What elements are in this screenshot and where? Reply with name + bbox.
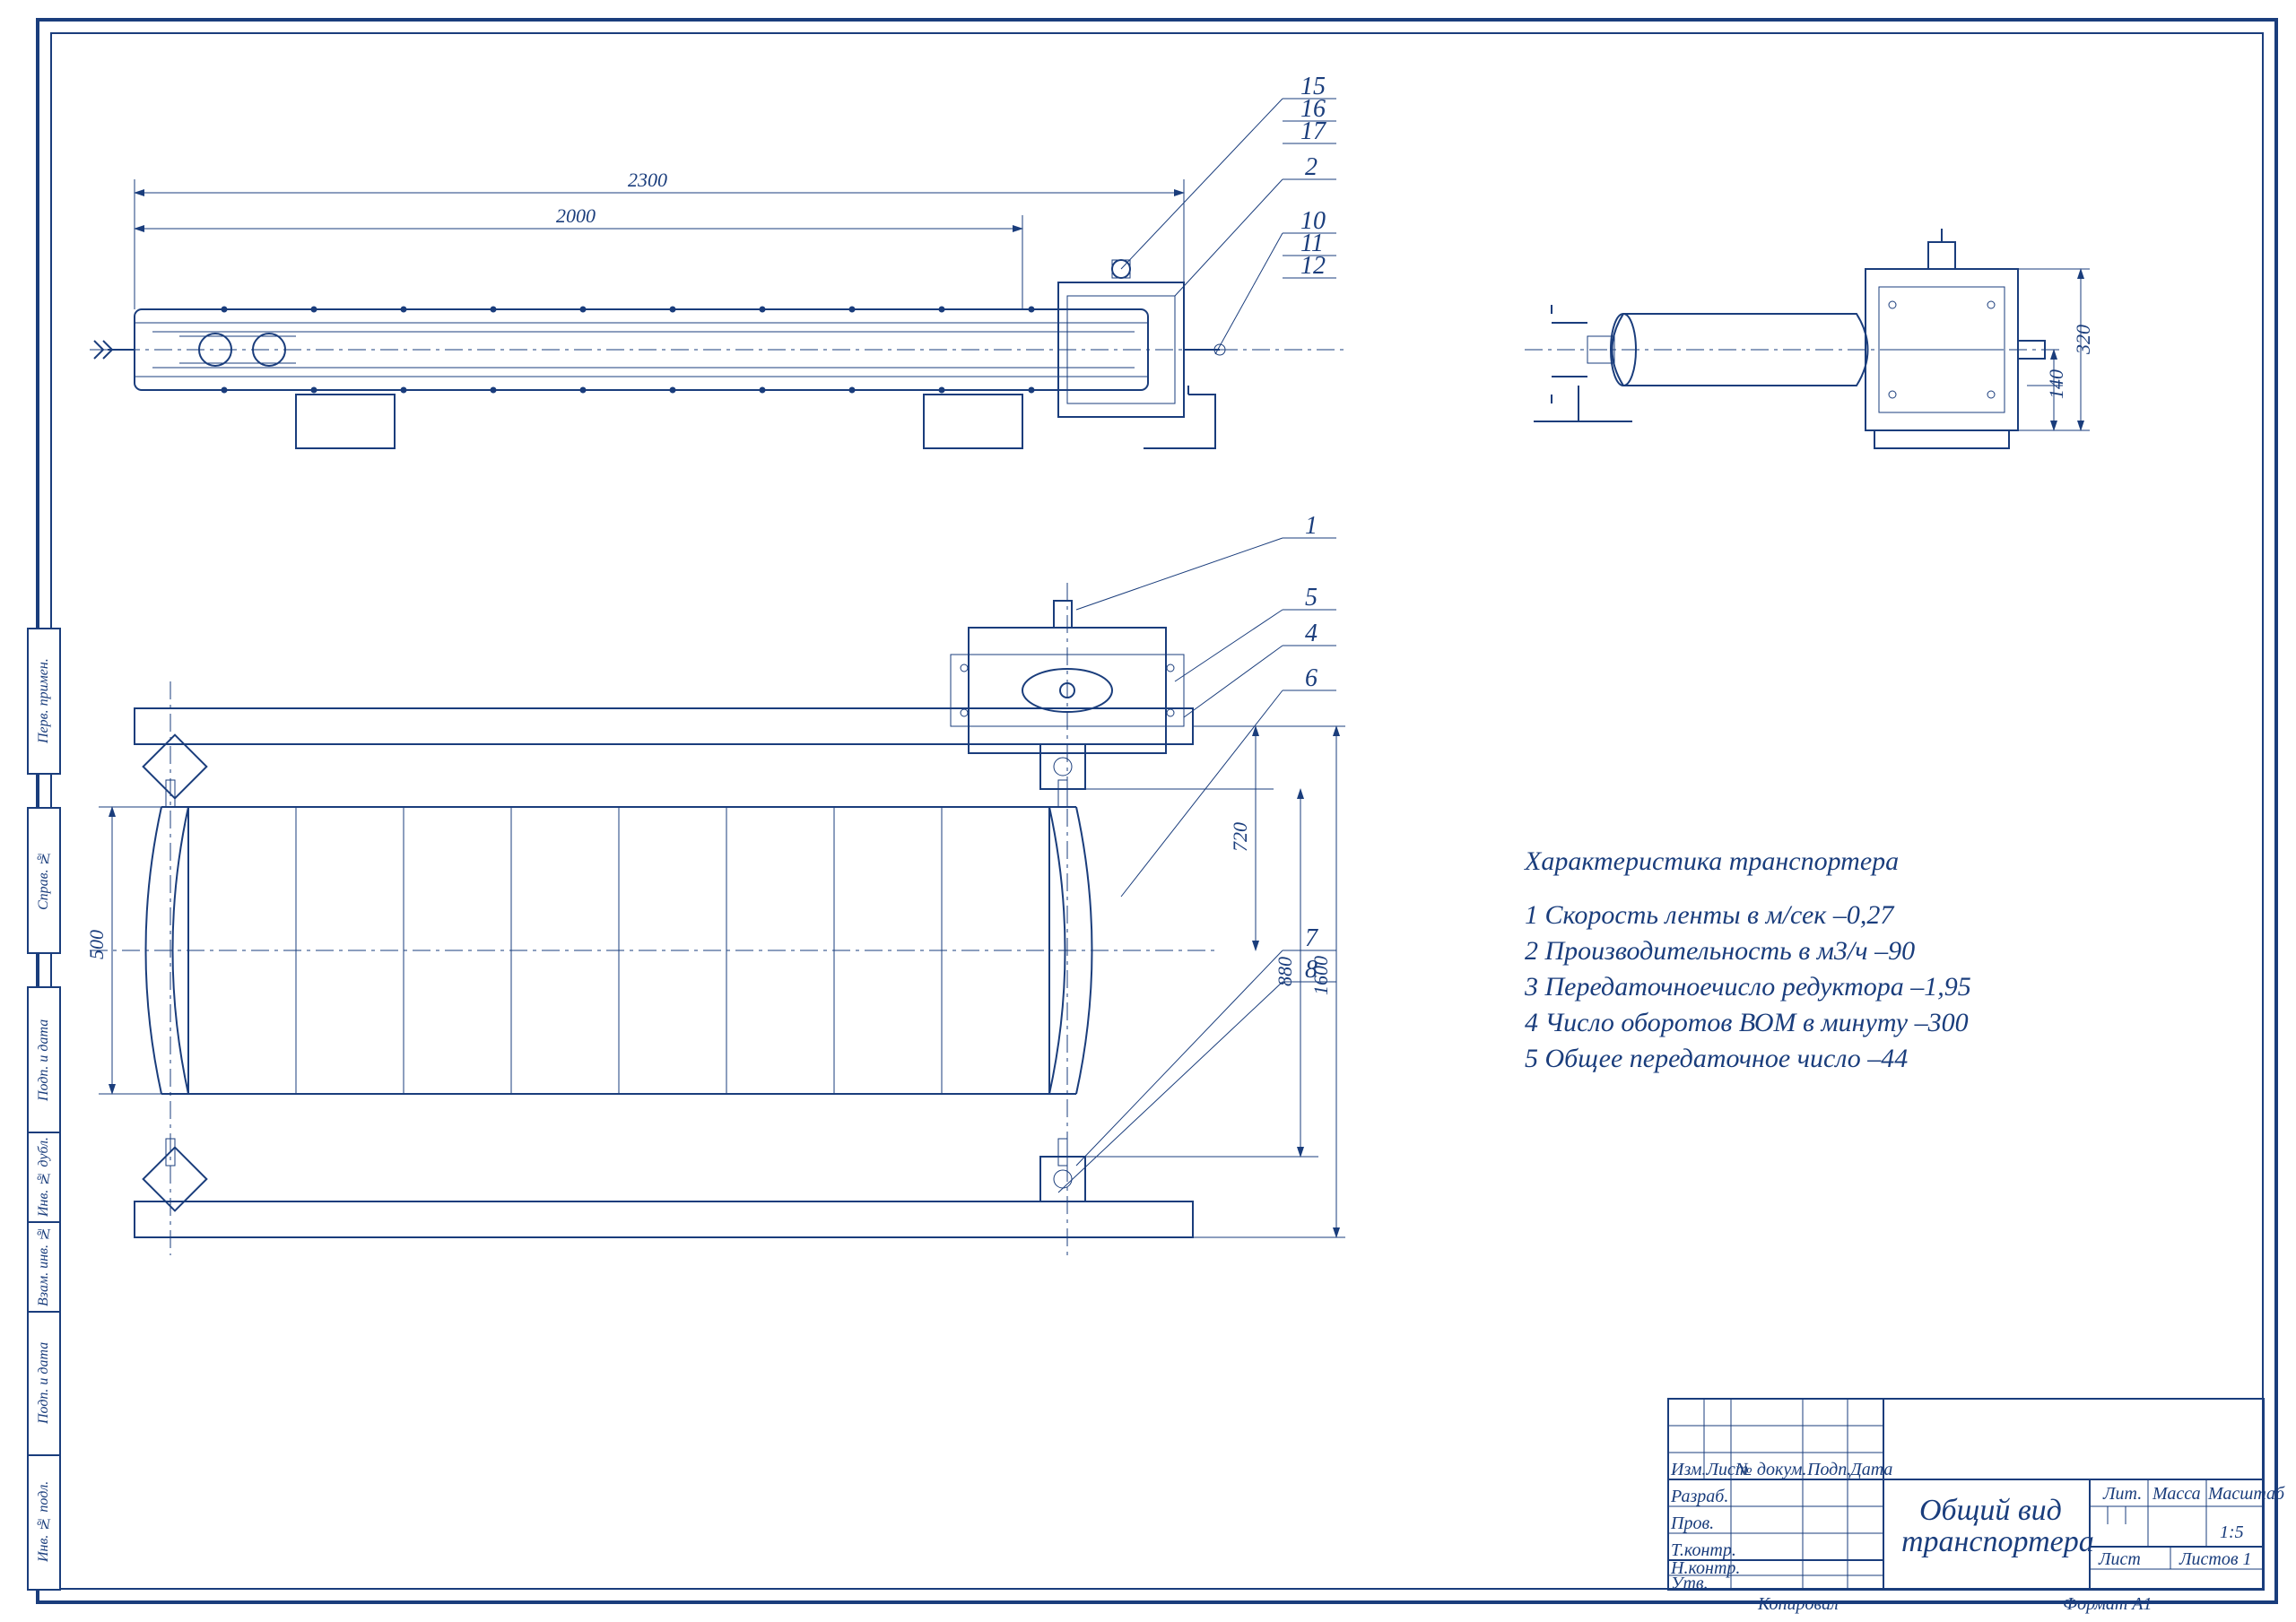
plan-view: 500 720 880 1600 <box>85 583 1345 1255</box>
drawing-canvas: 2300 2000 15 16 17 2 10 11 12 <box>0 0 2296 1622</box>
svg-text:Листов 1: Листов 1 <box>2179 1549 2252 1569</box>
svg-text:8: 8 <box>1305 956 1318 984</box>
svg-text:Характеристика транспортера: Характеристика транспортера <box>1524 846 1899 876</box>
svg-text:Дата: Дата <box>1848 1460 1892 1479</box>
title-block: Изм.Лист № докум. Подп. Дата Разраб. Про… <box>1668 1399 2285 1614</box>
svg-text:5 Общее передаточное число –44: 5 Общее передаточное число –44 <box>1525 1044 1908 1073</box>
svg-text:Подп.: Подп. <box>1806 1460 1851 1479</box>
svg-text:Копировал: Копировал <box>1757 1594 1839 1614</box>
svg-text:1:5: 1:5 <box>2220 1522 2244 1542</box>
drawing-sheet: Инв. № подл. Подп. и дата Взам. инв. № И… <box>0 0 2296 1622</box>
svg-text:транспортера: транспортера <box>1901 1525 2094 1558</box>
svg-text:2 Производительность в м3/ч –9: 2 Производительность в м3/ч –90 <box>1525 936 1915 966</box>
svg-text:3 Передаточноечисло редуктора: 3 Передаточноечисло редуктора –1,95 <box>1524 972 1971 1002</box>
svg-text:Масса: Масса <box>2152 1484 2201 1504</box>
svg-text:17: 17 <box>1300 117 1326 145</box>
svg-text:Т.контр.: Т.контр. <box>1671 1540 1736 1560</box>
dim-140: 140 <box>2045 369 2067 399</box>
svg-text:Масштаб: Масштаб <box>2207 1484 2285 1504</box>
svg-text:Формат А1: Формат А1 <box>2063 1594 2152 1614</box>
dim-320: 320 <box>2072 325 2094 355</box>
end-elevation-view: 320 140 <box>1525 229 2094 448</box>
svg-text:6: 6 <box>1305 664 1318 692</box>
svg-text:7: 7 <box>1305 924 1318 952</box>
spec-block: Характеристика транспортера 1 Скорость л… <box>1524 846 1971 1073</box>
svg-text:Разраб.: Разраб. <box>1670 1487 1728 1506</box>
svg-text:Пров.: Пров. <box>1670 1514 1714 1533</box>
svg-text:5: 5 <box>1305 584 1318 612</box>
svg-text:1 Скорость ленты в м/сек –0,27: 1 Скорость ленты в м/сек –0,27 <box>1525 900 1895 930</box>
svg-text:1: 1 <box>1305 512 1318 540</box>
callouts-top: 15 16 17 2 10 11 12 <box>1121 73 1336 354</box>
svg-text:4: 4 <box>1305 620 1318 647</box>
dim-720: 720 <box>1229 822 1251 852</box>
side-elevation-view: 2300 2000 <box>90 169 1345 448</box>
svg-text:№ докум.: № докум. <box>1735 1460 1806 1479</box>
svg-text:Общий вид: Общий вид <box>1919 1494 2062 1527</box>
callouts-plan: 1 5 4 6 7 8 <box>1058 512 1336 1193</box>
dim-500: 500 <box>85 930 108 959</box>
dim-2300: 2300 <box>628 169 667 191</box>
svg-text:Лист: Лист <box>2098 1549 2141 1569</box>
svg-text:Лит.: Лит. <box>2102 1484 2142 1504</box>
svg-text:2: 2 <box>1305 153 1318 181</box>
svg-text:4 Число оборотов ВОМ в минуту: 4 Число оборотов ВОМ в минуту –300 <box>1525 1008 1969 1037</box>
svg-text:12: 12 <box>1300 252 1326 280</box>
svg-text:Утв.: Утв. <box>1671 1574 1709 1593</box>
dim-2000: 2000 <box>556 204 596 227</box>
